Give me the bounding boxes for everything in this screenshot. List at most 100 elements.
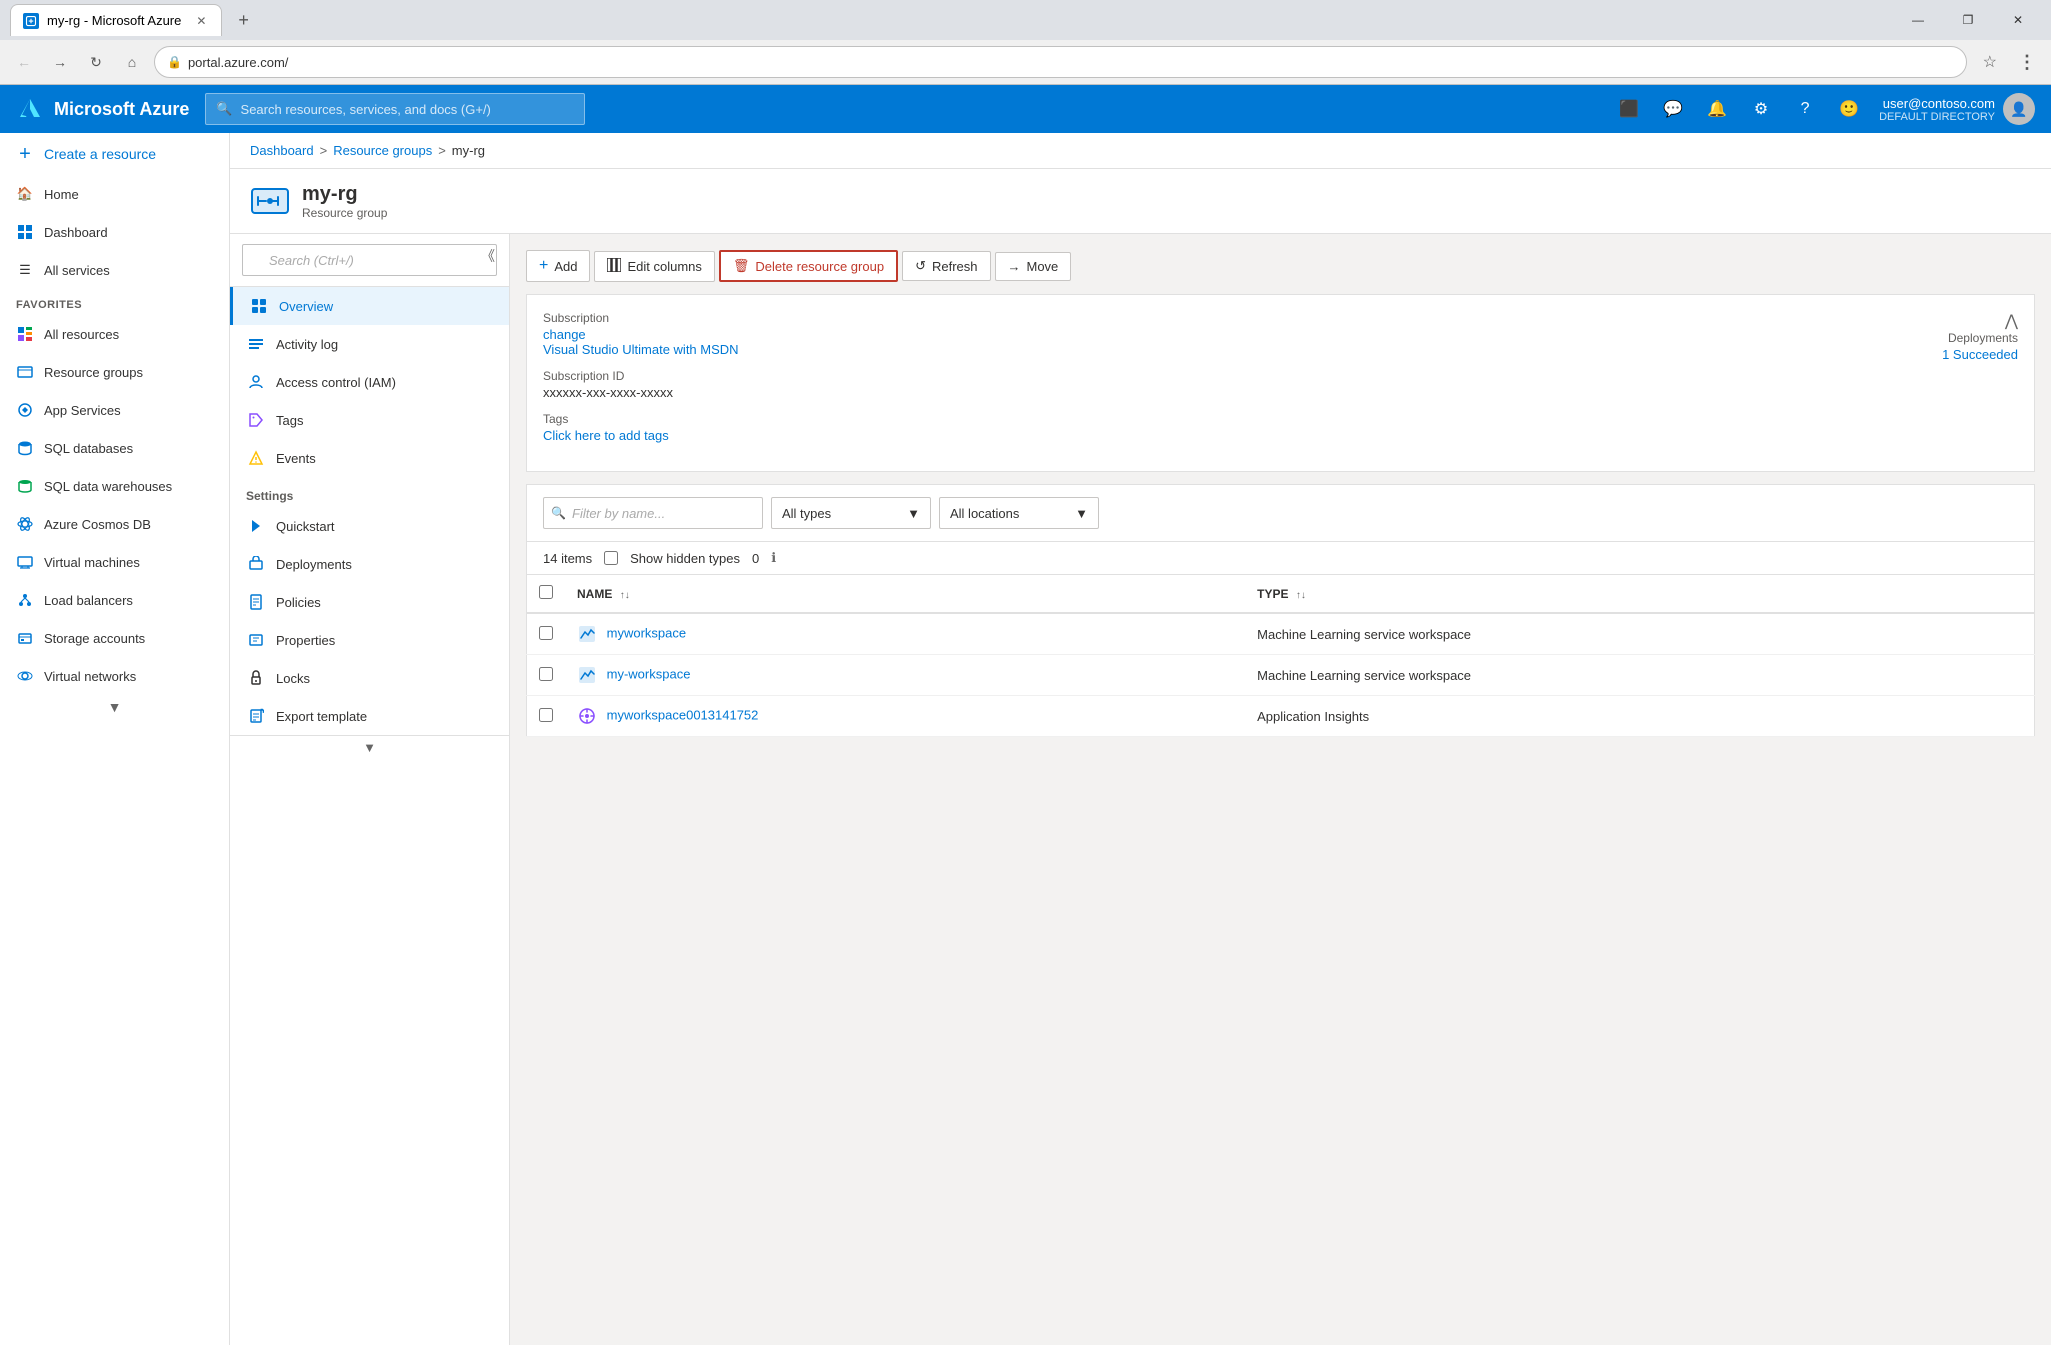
add-button[interactable]: + Add — [526, 250, 590, 282]
items-bar: 14 items Show hidden types 0 ℹ — [526, 541, 2035, 574]
nav-events-label: Events — [276, 451, 316, 466]
nav-item-properties[interactable]: Properties — [230, 621, 509, 659]
user-avatar[interactable]: 👤 — [2003, 93, 2035, 125]
info-tooltip-icon[interactable]: ℹ — [771, 550, 776, 566]
sidebar-sql-databases-label: SQL databases — [44, 441, 133, 456]
back-button[interactable]: ← — [10, 48, 38, 76]
feedback-icon[interactable]: 💬 — [1659, 95, 1687, 123]
subscription-value[interactable]: Visual Studio Ultimate with MSDN — [543, 342, 739, 357]
sidebar-item-virtual-machines[interactable]: Virtual machines — [0, 543, 229, 581]
row-checkbox-cell — [527, 696, 566, 737]
settings-icon[interactable]: ⚙ — [1747, 95, 1775, 123]
resource-name-link[interactable]: myworkspace — [607, 625, 686, 640]
tags-label: Tags — [543, 412, 1818, 426]
filter-bar: 🔍 All types ▼ All locations ▼ — [526, 484, 2035, 541]
collapse-panel-icon[interactable]: 《 — [481, 246, 495, 266]
sidebar-item-home[interactable]: 🏠 Home — [0, 175, 229, 213]
cloud-shell-icon[interactable]: ⬛ — [1615, 95, 1643, 123]
sidebar-item-virtual-networks[interactable]: Virtual networks — [0, 657, 229, 695]
reload-button[interactable]: ↻ — [82, 48, 110, 76]
sidebar-item-dashboard[interactable]: Dashboard — [0, 213, 229, 251]
breadcrumb-dashboard[interactable]: Dashboard — [250, 143, 314, 158]
nav-item-activity-log[interactable]: Activity log — [230, 325, 509, 363]
url-text: portal.azure.com/ — [188, 55, 1954, 70]
sidebar-item-load-balancers[interactable]: Load balancers — [0, 581, 229, 619]
resource-name-link[interactable]: my-workspace — [607, 666, 691, 681]
sidebar-item-create-resource[interactable]: + Create a resource — [0, 133, 229, 175]
nav-item-access-control[interactable]: Access control (IAM) — [230, 363, 509, 401]
refresh-button[interactable]: ↺ Refresh — [902, 251, 990, 281]
nav-item-quickstart[interactable]: Quickstart — [230, 507, 509, 545]
resource-name-link[interactable]: myworkspace0013141752 — [607, 707, 759, 722]
sidebar-item-sql-data-warehouses[interactable]: SQL data warehouses — [0, 467, 229, 505]
new-tab-button[interactable]: + — [230, 10, 257, 31]
home-button[interactable]: ⌂ — [118, 48, 146, 76]
move-button[interactable]: → Move — [995, 252, 1072, 281]
collapse-icon[interactable]: ⋀ — [2005, 313, 2018, 330]
azure-logo[interactable]: Microsoft Azure — [16, 95, 189, 123]
nav-item-policies[interactable]: Policies — [230, 583, 509, 621]
address-bar[interactable]: 🔒 portal.azure.com/ — [154, 46, 1967, 78]
sidebar-item-storage-accounts[interactable]: Storage accounts — [0, 619, 229, 657]
edit-columns-label: Edit columns — [627, 259, 701, 274]
tags-add-link[interactable]: Click here to add tags — [543, 428, 669, 443]
smiley-icon[interactable]: 🙂 — [1835, 95, 1863, 123]
delete-rg-button[interactable]: 🗑 Delete resource group — [719, 250, 898, 282]
left-panel-scroll-down[interactable]: ▼ — [230, 735, 509, 759]
notifications-icon[interactable]: 🔔 — [1703, 95, 1731, 123]
maximize-button[interactable]: ❐ — [1945, 4, 1991, 36]
nav-item-overview[interactable]: Overview — [230, 287, 509, 325]
breadcrumb-sep-1: > — [320, 143, 328, 158]
breadcrumb-resource-groups[interactable]: Resource groups — [333, 143, 432, 158]
deployments-value[interactable]: 1 Succeeded — [1942, 347, 2018, 362]
sidebar-item-resource-groups[interactable]: Resource groups — [0, 353, 229, 391]
info-tags: Tags Click here to add tags — [543, 412, 1818, 443]
tab-close-button[interactable]: ✕ — [193, 13, 209, 29]
row-checkbox[interactable] — [539, 708, 553, 722]
close-button[interactable]: ✕ — [1995, 4, 2041, 36]
edit-columns-button[interactable]: Edit columns — [594, 251, 714, 282]
browser-titlebar: my-rg - Microsoft Azure ✕ + — ❐ ✕ — [0, 0, 2051, 40]
forward-button[interactable]: → — [46, 48, 74, 76]
breadcrumb-sep-2: > — [438, 143, 446, 158]
subscription-change-link[interactable]: change — [543, 327, 586, 342]
location-filter-dropdown[interactable]: All locations ▼ — [939, 497, 1099, 529]
more-options-button[interactable]: ⋮ — [2013, 48, 2041, 76]
col-name-header[interactable]: NAME ↑↓ — [565, 575, 1245, 614]
security-icon: 🔒 — [167, 55, 182, 69]
azure-search-bar[interactable]: 🔍 Search resources, services, and docs (… — [205, 93, 585, 125]
add-icon: + — [539, 257, 548, 275]
nav-item-tags[interactable]: Tags — [230, 401, 509, 439]
bookmark-icon[interactable]: ☆ — [1975, 52, 2005, 72]
user-profile[interactable]: user@contoso.com DEFAULT DIRECTORY 👤 — [1879, 93, 2035, 125]
show-hidden-checkbox[interactable] — [604, 551, 618, 565]
filter-name-input[interactable] — [543, 497, 763, 529]
select-all-checkbox[interactable] — [539, 585, 553, 599]
sidebar-all-services-label: All services — [44, 263, 110, 278]
refresh-icon: ↺ — [915, 258, 926, 274]
nav-item-events[interactable]: Events — [230, 439, 509, 477]
sidebar-item-app-services[interactable]: App Services — [0, 391, 229, 429]
nav-item-locks[interactable]: Locks — [230, 659, 509, 697]
sidebar-item-sql-databases[interactable]: SQL databases — [0, 429, 229, 467]
row-name-cell: my-workspace — [565, 655, 1245, 696]
type-filter-dropdown[interactable]: All types ▼ — [771, 497, 931, 529]
header-icons: ⬛ 💬 🔔 ⚙ ? 🙂 user@contoso.com DEFAULT DIR… — [1615, 93, 2035, 125]
browser-tab[interactable]: my-rg - Microsoft Azure ✕ — [10, 4, 222, 36]
sidebar-item-all-resources[interactable]: All resources — [0, 315, 229, 353]
minimize-button[interactable]: — — [1895, 4, 1941, 36]
panel-search-input[interactable] — [242, 244, 497, 276]
col-type-header[interactable]: TYPE ↑↓ — [1245, 575, 2034, 614]
nav-item-export-template[interactable]: Export template — [230, 697, 509, 735]
sidebar-item-cosmos-db[interactable]: Azure Cosmos DB — [0, 505, 229, 543]
nav-item-deployments[interactable]: Deployments — [230, 545, 509, 583]
table-body: myworkspace Machine Learning service wor… — [527, 613, 2035, 737]
left-nav-panel: 🔍 《 Overview Activity log — [230, 234, 510, 1345]
row-checkbox[interactable] — [539, 626, 553, 640]
sidebar-scroll-down[interactable]: ▼ — [0, 695, 229, 719]
type-sort-icon: ↑↓ — [1296, 590, 1306, 601]
help-icon[interactable]: ? — [1791, 95, 1819, 123]
row-checkbox[interactable] — [539, 667, 553, 681]
sidebar-item-all-services[interactable]: ☰ All services — [0, 251, 229, 289]
info-deployments: Deployments 1 Succeeded — [1858, 331, 2018, 362]
